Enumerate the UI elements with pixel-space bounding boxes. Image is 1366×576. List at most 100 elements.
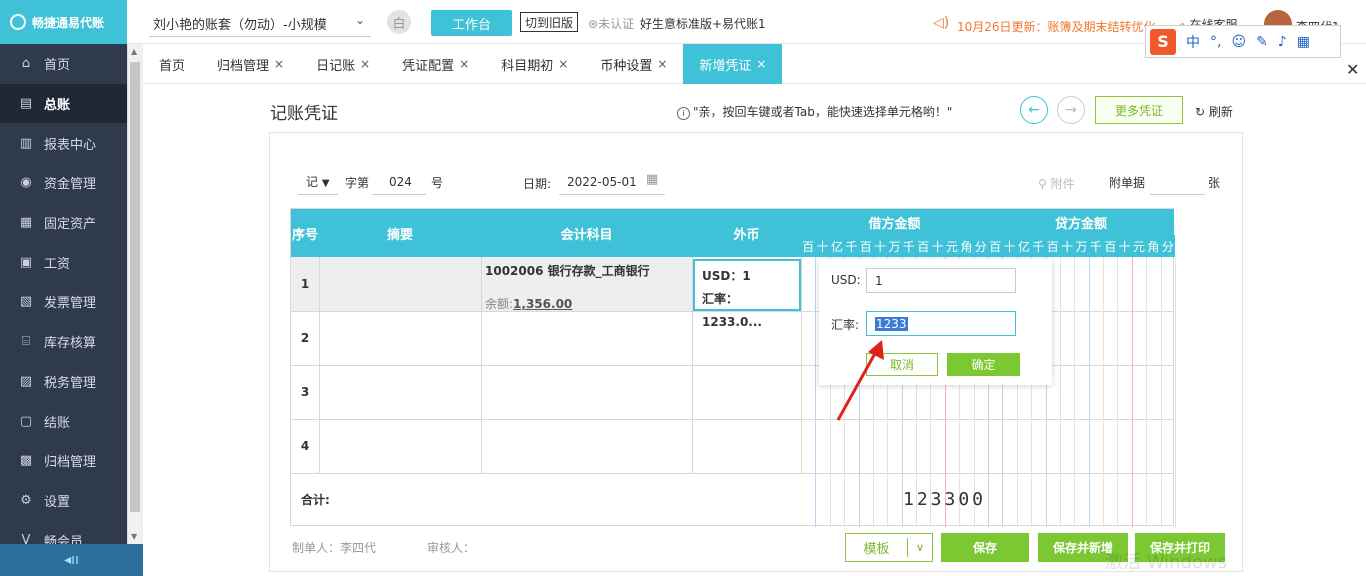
divider [149,36,371,37]
old-version-button[interactable]: 切到旧版 [520,12,578,32]
tab[interactable]: 科目期初 × [485,44,584,84]
save-button[interactable]: 保存 [941,533,1029,562]
balance-value[interactable]: 1,356.00 [513,297,572,311]
attachment-button[interactable]: ⚲ 附件 [1038,175,1075,192]
sidebar-item[interactable]: ▢ 结账 [0,401,127,441]
sidebar-item[interactable]: ▣ 工资 [0,242,127,282]
tab[interactable]: 新增凭证 × [683,44,783,84]
arrow-right-icon: → [1065,102,1077,118]
logo-text: 畅捷通易代账 [32,15,105,30]
close-icon[interactable]: × [657,57,667,71]
template-button[interactable]: 模板 ∨ [845,533,933,562]
close-icon[interactable]: × [558,57,568,71]
account-cell[interactable]: 1002006 银行存款_工商银行 [485,262,650,279]
digit-unit: 十 [1002,235,1017,257]
sidebar-item-label: 设置 [44,494,71,510]
voucher-number-input[interactable]: 024 [389,175,412,189]
workbench-button[interactable]: 工作台 [431,10,512,36]
sidebar-item[interactable]: ▩ 归档管理 [0,441,127,481]
scroll-down-icon[interactable]: ▼ [131,532,137,541]
sidebar-item[interactable]: ◉ 资金管理 [0,163,127,203]
paperclip-icon: ⚲ [1038,177,1047,191]
chevron-down-icon[interactable]: ∨ [908,541,932,554]
digit-unit: 亿 [829,235,845,257]
arrow-left-icon: ← [1028,102,1040,118]
close-icon[interactable]: × [459,57,469,71]
next-voucher-button[interactable]: → [1057,96,1085,124]
account-selector[interactable]: 刘小艳的账套（勿动）-小规模 [153,14,327,33]
voucher-word-select[interactable]: 记 ▼ [306,173,330,190]
uncertified-badge[interactable]: ⊛未认证 [588,15,634,32]
more-vouchers-button[interactable]: 更多凭证 [1095,96,1183,124]
sidebar-item[interactable]: ⚙ 设置 [0,481,127,521]
digit-unit: 百 [1045,235,1060,257]
grid-line [1074,257,1076,527]
calendar-icon[interactable]: ▦ [646,172,658,187]
close-icon[interactable]: × [360,57,370,71]
scrollbar-thumb[interactable] [130,62,140,512]
header-account: 会计科目 [481,209,692,257]
tab[interactable]: 币种设置 × [584,44,683,84]
close-books-icon: ▢ [19,413,33,429]
chevron-down-icon[interactable]: ⌄ [355,13,365,27]
fx-cell[interactable]: USD：1 汇率：1233.0... [693,259,801,329]
tab[interactable]: 归档管理 × [201,44,300,84]
header-summary: 摘要 [319,209,481,257]
zi-di-label: 字第 [345,176,370,190]
sidebar-item[interactable]: ▨ 税务管理 [0,362,127,402]
sidebar-nav: ⌂ 首页 ▤ 总账 ▥ 报表中心 ◉ 资金管理 ▦ 固定资产 ▣ 工资 ▧ 发票管理 ⌸ 库存核算 ▨ 税务管理 ▢… [0,44,127,560]
header-credit: 贷方金额 [988,209,1174,235]
sidebar-item[interactable]: ▦ 固定资产 [0,203,127,243]
app-logo[interactable]: 畅捷通易代账 [0,0,127,44]
plan-label: 好生意标准版+易代账1 [640,17,766,31]
sidebar-item-label: 税务管理 [44,375,97,391]
prev-voucher-button[interactable]: ← [1020,96,1048,124]
row-number: 3 [300,385,310,399]
tab[interactable]: 凭证配置 × [386,44,485,84]
close-icon[interactable]: × [756,57,766,71]
refresh-button[interactable]: ↻ 刷新 [1195,103,1233,120]
update-notice[interactable]: 10月26日更新：账簿及期末结转优化 [957,18,1156,35]
grid-line [1160,257,1162,527]
digit-unit: 元 [1131,235,1147,257]
exchange-rate-input[interactable]: 1233 [866,311,1016,336]
row-number: 2 [300,331,310,345]
tax-icon: ▨ [19,373,33,389]
close-icon[interactable]: × [274,57,284,71]
sidebar-item[interactable]: ▥ 报表中心 [0,123,127,163]
grid-line [815,257,817,527]
digit-unit: 角 [959,235,974,257]
digit-unit: 十 [930,235,945,257]
theme-toggle-button[interactable]: 白 [387,10,411,34]
scroll-up-icon[interactable]: ▲ [131,47,137,56]
annotation-arrow-icon [836,340,884,421]
date-input[interactable]: 2022-05-01 [567,175,637,189]
collapse-sidebar-button[interactable]: ◂ıı [0,544,143,576]
tab[interactable]: 日记账 × [300,44,386,84]
sidebar-item[interactable]: ⌂ 首页 [0,44,127,84]
voucher-word: 记 [306,175,319,189]
windows-watermark: 激活 Windows [1105,552,1228,573]
digit-unit: 百 [801,235,816,257]
usd-amount-input[interactable]: 1 [866,268,1016,293]
template-label: 模板 [846,538,908,557]
digit-unit: 千 [1088,235,1104,257]
receipts-count-input[interactable] [1150,194,1205,195]
tab[interactable]: 首页 [143,44,201,84]
digit-unit: 千 [901,235,917,257]
header-fx: 外币 [692,209,801,257]
digit-unit: 百 [858,235,873,257]
sidebar-item[interactable]: ▤ 总账 [0,83,127,124]
usd-label: USD: [831,273,861,287]
sidebar-item[interactable]: ⌸ 库存核算 [0,322,127,362]
confirm-button[interactable]: 确定 [947,353,1020,376]
grid-line [1117,257,1119,527]
tab-label: 科目期初 [501,58,554,74]
speaker-icon: ◁) [933,15,950,31]
refresh-label: 刷新 [1208,105,1233,119]
header-seq: 序号 [291,209,319,257]
grid-line [1059,257,1061,527]
sidebar-item[interactable]: ▧ 发票管理 [0,282,127,322]
collapse-icon: ◂ıı [64,552,79,568]
chart-icon: ▥ [19,135,33,151]
